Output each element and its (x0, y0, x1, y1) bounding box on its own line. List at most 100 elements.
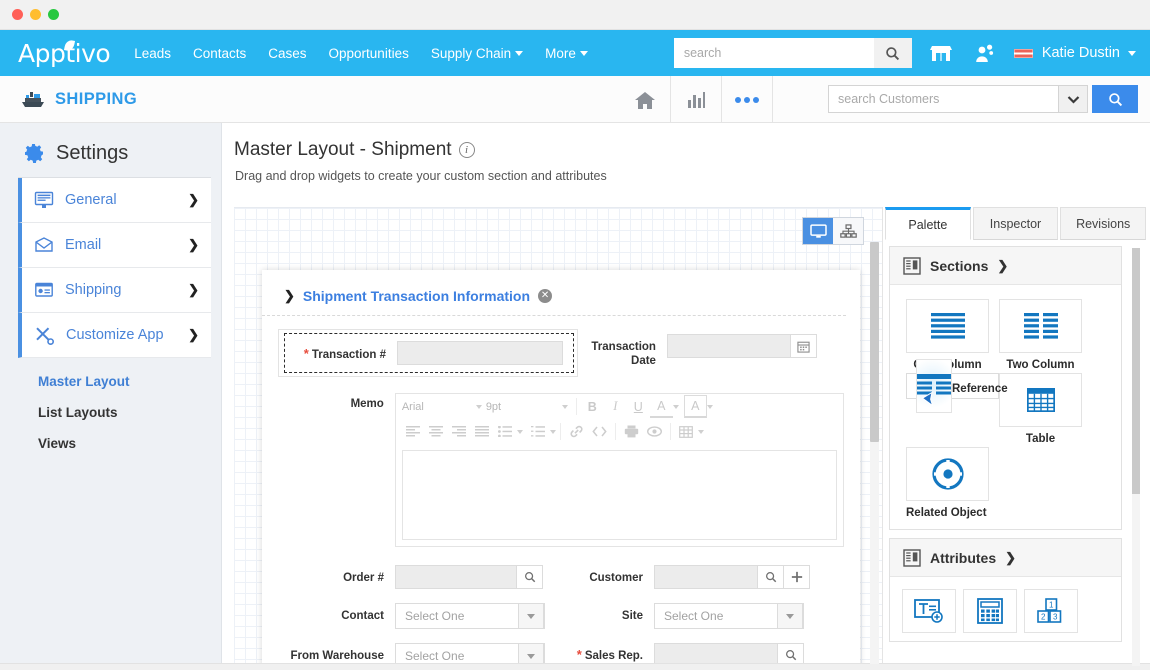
transaction-number-input[interactable] (397, 341, 563, 365)
field-contact[interactable]: Contact Select One (278, 603, 561, 629)
customer-search-dropdown[interactable] (1058, 85, 1088, 113)
palette-tile-number-blocks[interactable]: 1 2 3 (1024, 589, 1085, 633)
memo-text-area[interactable] (402, 450, 837, 540)
caret-down-icon[interactable] (517, 430, 523, 434)
palette-tile-table[interactable]: Table (999, 373, 1092, 445)
customer-input[interactable] (654, 565, 758, 589)
text-color-icon[interactable]: A (650, 395, 673, 418)
nav-item-opportunities[interactable]: Opportunities (329, 46, 409, 61)
sidebar-item-email[interactable]: Email ❯ (18, 223, 211, 268)
customer-search-button[interactable] (1092, 85, 1138, 113)
align-left-icon[interactable] (402, 420, 425, 443)
home-button[interactable] (620, 76, 670, 123)
nav-item-more[interactable]: More (545, 46, 588, 61)
align-center-icon[interactable] (425, 420, 448, 443)
memo-rich-text-editor[interactable]: Arial 9pt B I U (395, 393, 844, 547)
nav-item-contacts[interactable]: Contacts (193, 46, 246, 61)
field-site[interactable]: Site Select One (561, 603, 844, 629)
sidebar-item-customize-app[interactable]: Customize App ❯ (18, 313, 211, 358)
tile-icon-box[interactable] (999, 299, 1082, 353)
customer-search-button[interactable] (758, 565, 784, 589)
field-transaction-number[interactable]: *Transaction # (278, 329, 578, 377)
underline-icon[interactable]: U (627, 395, 650, 418)
palette-tile-related-object[interactable]: Related Object (906, 447, 1096, 519)
tab-palette[interactable]: Palette (885, 207, 971, 240)
sidebar-item-general[interactable]: General ❯ (18, 178, 211, 223)
caret-down-icon[interactable] (698, 430, 704, 434)
global-search-input[interactable] (674, 38, 874, 68)
palette-group-header[interactable]: Sections ❯ (890, 247, 1121, 285)
hierarchy-view-toggle[interactable] (833, 218, 863, 244)
align-justify-icon[interactable] (471, 420, 494, 443)
site-select[interactable]: Select One (654, 603, 804, 629)
tab-inspector[interactable]: Inspector (973, 207, 1059, 240)
design-canvas[interactable]: ❯ Shipment Transaction Information ✕ *Tr… (234, 207, 882, 670)
tile-icon-box[interactable] (999, 373, 1082, 427)
field-transaction-date[interactable]: Transaction Date (578, 329, 844, 377)
user-menu-chevron-down-icon[interactable] (1128, 51, 1136, 56)
nav-item-leads[interactable]: Leads (134, 46, 171, 61)
highlight-color-icon[interactable]: A (684, 395, 707, 418)
chevron-down-icon[interactable]: ❯ (1005, 550, 1016, 566)
chevron-down-icon[interactable]: ❯ (997, 258, 1008, 274)
tile-icon-box[interactable] (916, 359, 952, 413)
desktop-view-toggle[interactable] (803, 218, 833, 244)
window-minimize-button[interactable] (30, 9, 41, 20)
submenu-item-list-layouts[interactable]: List Layouts (38, 405, 221, 420)
order-number-search-button[interactable] (517, 565, 543, 589)
caret-down-icon[interactable] (550, 430, 556, 434)
caret-down-icon[interactable] (707, 405, 713, 409)
tab-revisions[interactable]: Revisions (1060, 207, 1146, 240)
nav-item-cases[interactable]: Cases (268, 46, 306, 61)
window-close-button[interactable] (12, 9, 23, 20)
customer-search-input[interactable] (828, 85, 1058, 113)
customer-add-button[interactable] (784, 565, 810, 589)
sidebar-item-shipping[interactable]: Shipping ❯ (18, 268, 211, 313)
close-circle-icon[interactable]: ✕ (538, 289, 552, 303)
tile-icon-box[interactable]: 1 2 3 (1024, 589, 1078, 633)
font-size-select[interactable]: 9pt (486, 401, 572, 413)
tile-icon-box[interactable] (906, 447, 989, 501)
palette-group-header[interactable]: Attributes ❯ (890, 539, 1121, 577)
palette-scrollbar-thumb[interactable] (1132, 248, 1140, 494)
contact-select[interactable]: Select One (395, 603, 545, 629)
font-family-select[interactable]: Arial (402, 401, 486, 413)
bulleted-list-icon[interactable] (494, 420, 517, 443)
collaboration-button[interactable] (974, 43, 994, 63)
tile-icon-box[interactable] (902, 589, 956, 633)
transaction-date-input[interactable] (667, 334, 791, 358)
reports-button[interactable] (671, 76, 721, 123)
app-store-button[interactable] (930, 43, 952, 63)
italic-icon[interactable]: I (604, 395, 627, 418)
site-select-arrow[interactable] (777, 603, 803, 629)
info-icon[interactable]: i (459, 142, 475, 158)
caret-down-icon[interactable] (673, 405, 679, 409)
table-icon[interactable] (675, 420, 698, 443)
global-search-button[interactable] (874, 38, 912, 68)
field-order-number[interactable]: Order # (278, 565, 561, 589)
align-right-icon[interactable] (448, 420, 471, 443)
apptivo-logo[interactable]: Apptivo (14, 39, 134, 68)
print-icon[interactable] (620, 420, 643, 443)
more-options-button[interactable] (722, 76, 772, 123)
palette-tile-reference[interactable]: Reference (906, 373, 999, 399)
canvas-scrollbar-thumb[interactable] (870, 242, 879, 442)
palette-tile-text-field[interactable] (902, 589, 963, 633)
tile-icon-box[interactable] (906, 299, 989, 353)
contact-select-arrow[interactable] (518, 603, 544, 629)
bold-icon[interactable]: B (581, 395, 604, 418)
palette-tile-two-column[interactable]: Two Column (999, 299, 1092, 371)
palette-tile-calculator[interactable] (963, 589, 1024, 633)
submenu-item-views[interactable]: Views (38, 436, 221, 451)
link-icon[interactable] (565, 420, 588, 443)
chevron-down-icon[interactable]: ❯ (284, 288, 295, 304)
tile-icon-box[interactable] (963, 589, 1017, 633)
preview-icon[interactable] (643, 420, 666, 443)
submenu-item-master-layout[interactable]: Master Layout (38, 374, 221, 389)
nav-item-supply-chain[interactable]: Supply Chain (431, 46, 523, 61)
window-maximize-button[interactable] (48, 9, 59, 20)
field-customer[interactable]: Customer (561, 565, 844, 589)
order-number-input[interactable] (395, 565, 517, 589)
numbered-list-icon[interactable] (527, 420, 550, 443)
calendar-button[interactable] (791, 334, 817, 358)
